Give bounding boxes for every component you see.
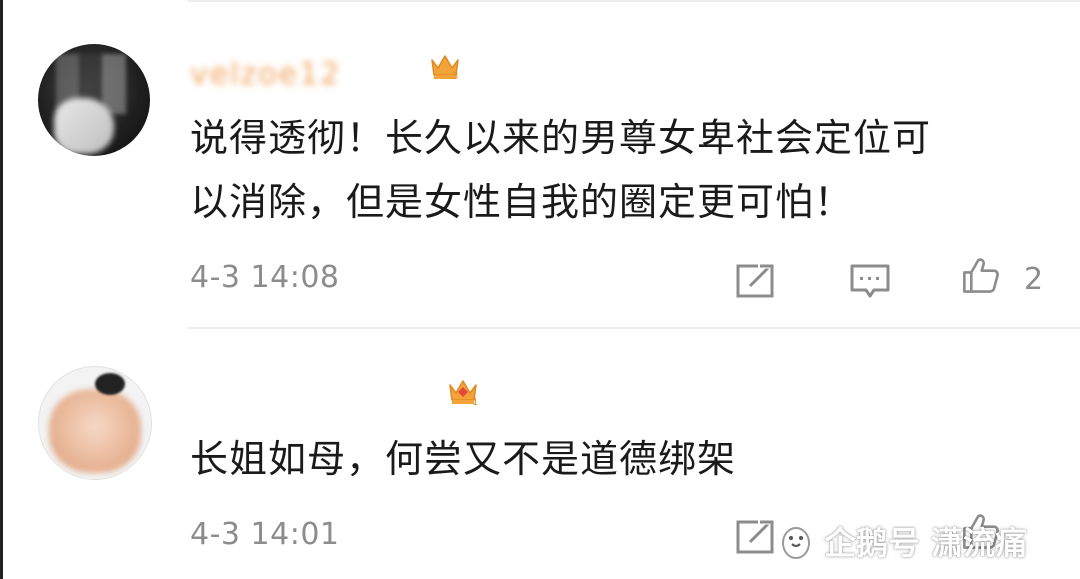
svg-text:1: 1	[472, 397, 478, 407]
svg-text:3: 3	[452, 71, 458, 82]
crown-icon: 3	[431, 55, 459, 82]
comment-text-line-1: 长姐如母，何尝又不是道德绑架	[190, 437, 737, 481]
thumbs-up-icon[interactable]	[958, 255, 1002, 295]
repost-icon[interactable]	[734, 516, 778, 556]
comment-reply-icon[interactable]	[848, 260, 892, 300]
user-avatar[interactable]	[38, 44, 150, 156]
comment-text-line-2: 以消除，但是女性自我的圈定更可怕！	[190, 180, 854, 224]
username[interactable]: velzoe12	[190, 58, 415, 92]
comment-text: 长姐如母，何尝又不是道德绑架	[190, 427, 1060, 491]
user-avatar[interactable]	[38, 366, 152, 480]
crown-icon: 1	[449, 380, 478, 407]
repost-icon[interactable]	[734, 260, 778, 300]
watermark: 企鹅号 潇流痛	[776, 518, 1027, 564]
username[interactable]	[190, 373, 425, 407]
comment-time: 4-3 14:08	[190, 260, 340, 295]
comment-time: 4-3 14:01	[190, 517, 340, 552]
watermark-text: 企鹅号 潇流痛	[824, 524, 1028, 562]
comment-text-line-1: 说得透彻！长久以来的男尊女卑社会定位可	[190, 116, 932, 160]
comment-item-1: velzoe12 3 说得透彻！长久以来的男尊女卑社会定位可 以消除，但是女性自…	[0, 0, 1080, 327]
penguin-logo-icon	[782, 527, 810, 559]
like-count: 2	[1024, 262, 1044, 297]
comment-text: 说得透彻！长久以来的男尊女卑社会定位可 以消除，但是女性自我的圈定更可怕！	[190, 106, 1060, 234]
